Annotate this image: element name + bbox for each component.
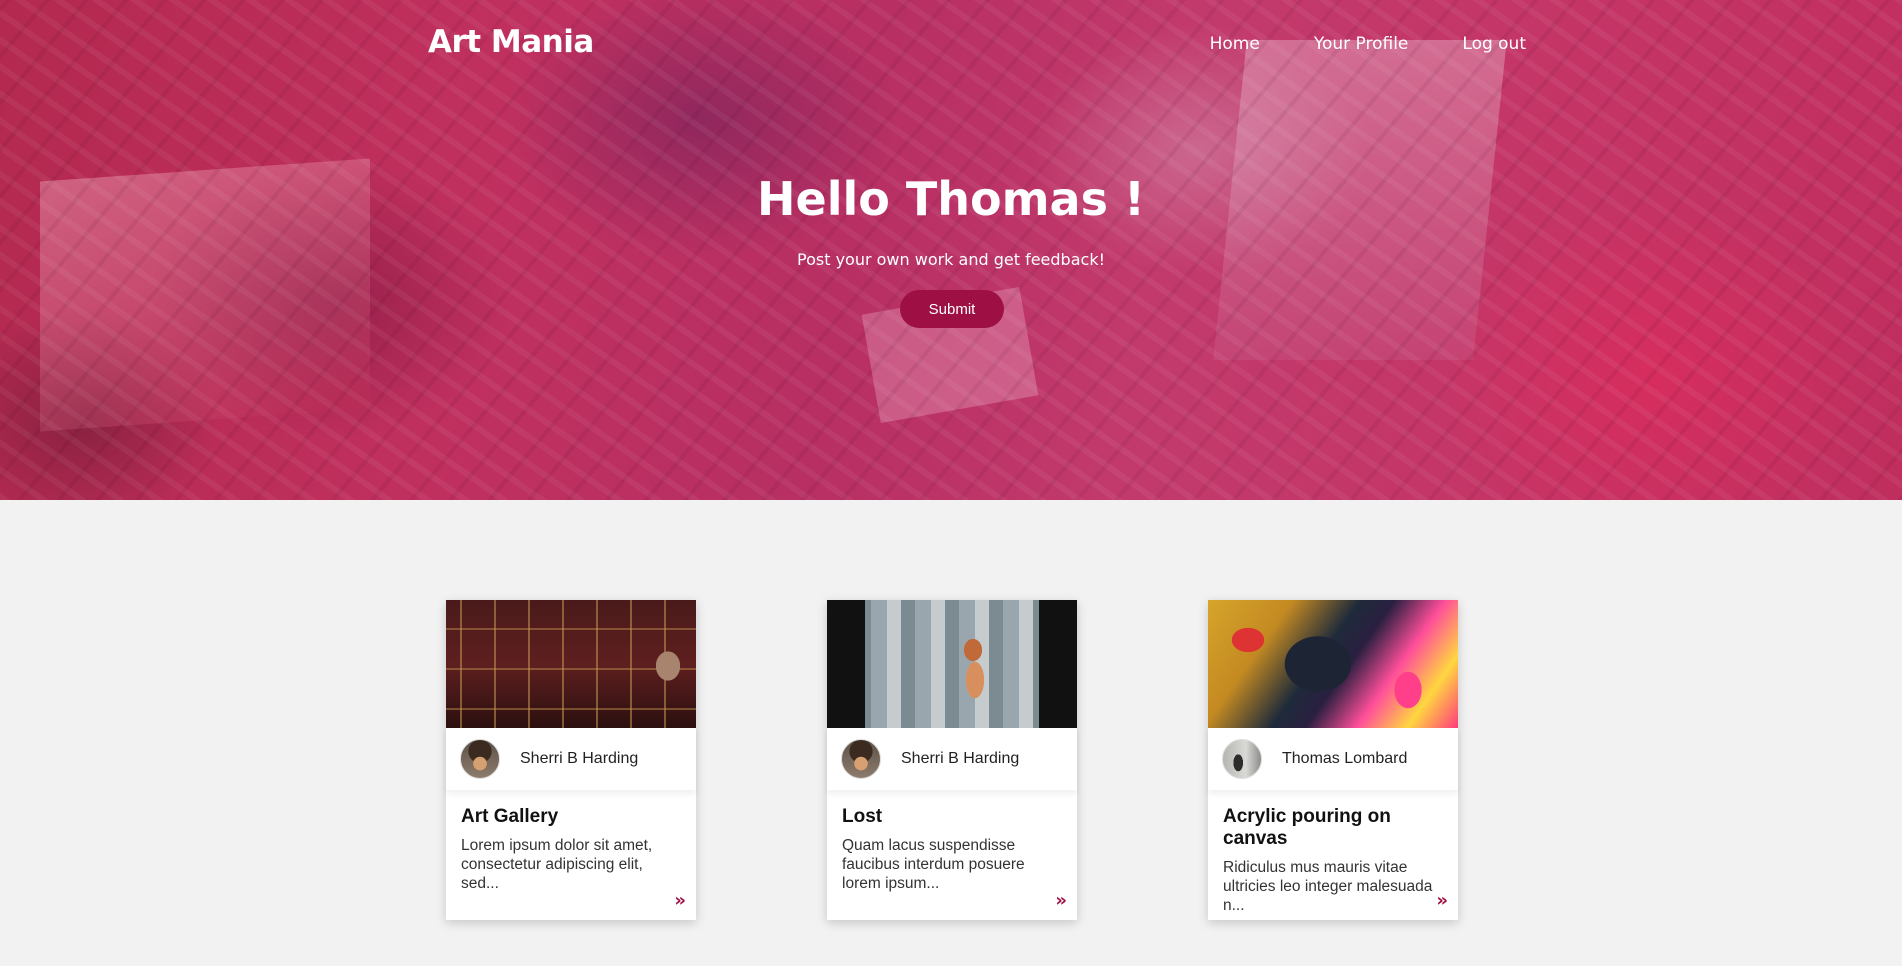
post-author: Sherri B Harding (446, 728, 696, 790)
post-card[interactable]: Sherri B Harding Lost Quam lacus suspend… (827, 600, 1077, 920)
post-card[interactable]: Sherri B Harding Art Gallery Lorem ipsum… (446, 600, 696, 920)
hero-banner: Art Mania Home Your Profile Log out Hell… (0, 0, 1902, 500)
post-body: Lost Quam lacus suspendisse faucibus int… (827, 790, 1077, 893)
author-name[interactable]: Sherri B Harding (520, 750, 638, 768)
double-chevron-right-icon[interactable]: » (1055, 892, 1067, 910)
post-card[interactable]: Thomas Lombard Acrylic pouring on canvas… (1208, 600, 1458, 920)
double-chevron-right-icon[interactable]: » (1436, 892, 1448, 910)
post-author: Sherri B Harding (827, 728, 1077, 790)
post-image-lost[interactable] (827, 600, 1077, 728)
post-cards: Sherri B Harding Art Gallery Lorem ipsum… (446, 600, 1458, 920)
post-title[interactable]: Lost (842, 806, 1063, 828)
nav-logout-link[interactable]: Log out (1462, 34, 1526, 54)
post-image-art-gallery[interactable] (446, 600, 696, 728)
avatar[interactable] (1222, 739, 1262, 779)
submit-button[interactable]: Submit (900, 290, 1004, 328)
post-excerpt: Quam lacus suspendisse faucibus interdum… (842, 837, 1025, 892)
main-nav: Home Your Profile Log out (1210, 34, 1526, 54)
nav-home-link[interactable]: Home (1210, 34, 1260, 54)
post-image-acrylic[interactable] (1208, 600, 1458, 728)
double-chevron-right-icon[interactable]: » (674, 892, 686, 910)
hero-greeting: Hello Thomas ! (757, 172, 1145, 226)
hero-subtitle: Post your own work and get feedback! (797, 250, 1105, 269)
avatar[interactable] (460, 739, 500, 779)
nav-profile-link[interactable]: Your Profile (1314, 34, 1409, 54)
post-excerpt: Lorem ipsum dolor sit amet, consectetur … (461, 837, 653, 892)
post-title[interactable]: Acrylic pouring on canvas (1223, 806, 1444, 850)
site-logo[interactable]: Art Mania (428, 24, 594, 60)
avatar[interactable] (841, 739, 881, 779)
author-name[interactable]: Thomas Lombard (1282, 750, 1407, 768)
post-body: Acrylic pouring on canvas Ridiculus mus … (1208, 790, 1458, 915)
author-name[interactable]: Sherri B Harding (901, 750, 1019, 768)
post-excerpt: Ridiculus mus mauris vitae ultricies leo… (1223, 859, 1433, 914)
post-body: Art Gallery Lorem ipsum dolor sit amet, … (446, 790, 696, 893)
post-author: Thomas Lombard (1208, 728, 1458, 790)
post-title[interactable]: Art Gallery (461, 806, 682, 828)
